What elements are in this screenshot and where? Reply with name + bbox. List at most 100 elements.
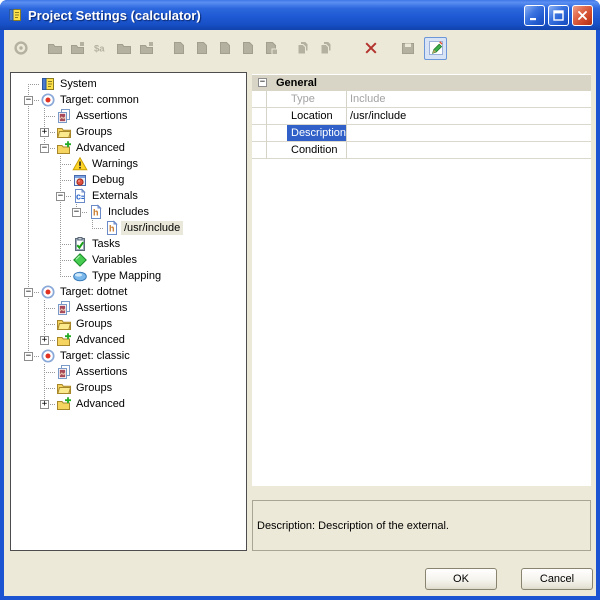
tree-expander-expand[interactable]: + <box>40 400 49 409</box>
tree-connector <box>44 372 45 380</box>
cancel-button[interactable]: Cancel <box>521 568 593 590</box>
tree-item[interactable]: Assertions <box>11 108 246 124</box>
tree-expander-collapse[interactable]: − <box>40 144 49 153</box>
tree-connector <box>28 204 29 220</box>
property-row[interactable]: Location/usr/include <box>252 108 591 125</box>
edit-pencil-icon <box>428 40 444 56</box>
tree-connector <box>60 164 71 165</box>
property-row[interactable]: Description <box>252 125 591 142</box>
minimize-button[interactable] <box>524 5 545 26</box>
tree-item[interactable]: −cExternals <box>11 188 246 204</box>
folder-plus-icon <box>56 140 72 156</box>
tree-item-label: /usr/include <box>121 221 183 235</box>
tree-connector <box>44 300 45 308</box>
delete-x-button[interactable] <box>359 37 382 60</box>
tree-item-label: Advanced <box>73 141 128 155</box>
page-button <box>236 37 259 60</box>
tree-item[interactable]: Assertions <box>11 364 246 380</box>
property-name[interactable]: Location <box>287 108 346 125</box>
tree-connector <box>44 372 55 373</box>
toolbar-group <box>396 37 419 60</box>
tree-item[interactable]: +Groups <box>11 124 246 140</box>
tree-expander-collapse[interactable]: − <box>24 96 33 105</box>
property-row[interactable]: Condition <box>252 142 591 159</box>
toolbar-group <box>424 37 447 60</box>
tree-item-label: Assertions <box>73 365 130 379</box>
tree-item[interactable]: h/usr/include <box>11 220 246 236</box>
property-group-label: General <box>276 77 317 89</box>
tree-expander-collapse[interactable]: − <box>72 208 81 217</box>
tree-connector <box>28 332 29 348</box>
tree-connector <box>60 236 61 244</box>
tree-item[interactable]: System <box>11 76 246 92</box>
tree-connector <box>44 364 45 372</box>
tree-connector <box>60 204 61 220</box>
svg-text:h: h <box>109 224 115 234</box>
tree-connector <box>60 180 71 181</box>
tree-expander-collapse[interactable]: − <box>24 288 33 297</box>
tree-connector <box>44 308 45 316</box>
tree-connector <box>44 308 55 309</box>
tree-item[interactable]: +Advanced <box>11 396 246 412</box>
tree-expander-expand[interactable]: + <box>40 128 49 137</box>
folder-button <box>43 37 66 60</box>
tree-item-label: Assertions <box>73 301 130 315</box>
tree-item[interactable]: −hIncludes <box>11 204 246 220</box>
tree-item[interactable]: − Advanced <box>11 140 246 156</box>
property-group-header[interactable]: − General <box>252 75 591 91</box>
tree-expander-collapse[interactable]: − <box>24 352 33 361</box>
property-row[interactable]: TypeInclude <box>252 91 591 108</box>
edit-pencil-button[interactable] <box>424 37 447 60</box>
tree-connector <box>28 300 29 316</box>
property-name[interactable]: Description <box>287 125 346 142</box>
folder-open-icon <box>56 316 72 332</box>
tree-item-label: Tasks <box>89 237 123 251</box>
collapse-icon[interactable]: − <box>258 78 267 87</box>
close-button[interactable] <box>572 5 593 26</box>
tree-item[interactable]: − Target: common <box>11 92 246 108</box>
property-name[interactable]: Type <box>287 91 346 108</box>
property-name[interactable]: Condition <box>287 142 346 159</box>
save-button <box>396 37 419 60</box>
settings-tree[interactable]: System−Target: commonAssertions+Groups−A… <box>10 72 247 551</box>
tree-item[interactable]: Warnings <box>11 156 246 172</box>
project-settings-window: Project Settings (calculator) $a System−… <box>0 0 600 600</box>
page-icon <box>217 40 233 56</box>
tree-connector <box>28 220 29 236</box>
tree-connector <box>60 260 61 268</box>
property-value[interactable]: /usr/include <box>350 108 589 125</box>
tree-item[interactable]: Groups <box>11 316 246 332</box>
property-grid: − General TypeIncludeLocation/usr/includ… <box>252 74 591 486</box>
property-value[interactable] <box>350 125 589 142</box>
tree-connector <box>92 220 93 228</box>
folder-badge-button <box>135 37 158 60</box>
help-text: Description: Description of the external… <box>257 520 449 532</box>
tree-connector <box>60 220 61 236</box>
tree-expander-expand[interactable]: + <box>40 336 49 345</box>
help-box: Description: Description of the external… <box>252 500 591 551</box>
ok-button[interactable]: OK <box>425 568 497 590</box>
property-value[interactable]: Include <box>350 91 589 108</box>
tree-item[interactable]: +Advanced <box>11 332 246 348</box>
tree-item[interactable]: Tasks <box>11 236 246 252</box>
property-value[interactable] <box>350 142 589 159</box>
tree-item[interactable]: Variables <box>11 252 246 268</box>
tree-item[interactable]: Assertions <box>11 300 246 316</box>
tree-connector <box>28 108 29 124</box>
tree-item[interactable]: −Target: dotnet <box>11 284 246 300</box>
tree-item[interactable]: Type Mapping <box>11 268 246 284</box>
tree-item[interactable]: Debug <box>11 172 246 188</box>
tree-connector <box>28 236 29 252</box>
tree-item[interactable]: −Target: classic <box>11 348 246 364</box>
tree-connector <box>44 108 45 116</box>
tree-connector <box>28 124 29 140</box>
tree-item-label: Target: common <box>57 93 142 107</box>
svg-text:h: h <box>93 208 99 218</box>
maximize-button[interactable] <box>548 5 569 26</box>
folder-plus-icon <box>56 332 72 348</box>
h-file-icon: h <box>104 220 120 236</box>
tree-item[interactable]: Groups <box>11 380 246 396</box>
tree-connector <box>28 84 39 85</box>
debug-icon <box>72 172 88 188</box>
tree-expander-collapse[interactable]: − <box>56 192 65 201</box>
